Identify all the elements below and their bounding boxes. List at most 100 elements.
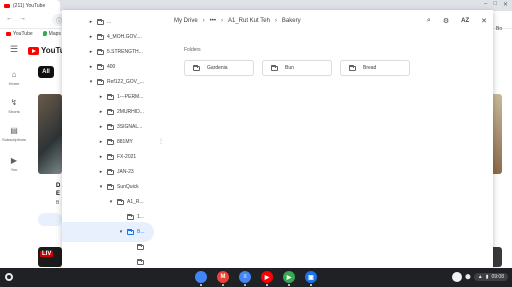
launcher-icon[interactable] [5, 273, 13, 281]
folder-card-bun[interactable]: Bun [262, 60, 332, 76]
folder-icon [107, 93, 114, 100]
folder-icon [107, 153, 114, 160]
chrome-icon[interactable] [195, 271, 207, 286]
tree-item-label: SunQuick [117, 184, 139, 190]
tree-item-label: A1_R... [127, 199, 144, 205]
folder-icon [107, 168, 114, 175]
folder-tree: ▸... ▸ 4_MOH.GOV.... ▸ 5.STRENGTH... ▸ 400 ▾ Ref… [62, 10, 166, 268]
youtube-icon[interactable]: ▶ [261, 271, 273, 286]
folder-icon [107, 183, 114, 190]
folder-icon [117, 198, 124, 205]
chevron-right-icon[interactable]: ▸ [98, 169, 104, 175]
folder-card-gardenia[interactable]: Gardenia [184, 60, 254, 76]
chevron-right-icon[interactable]: ▸ [88, 49, 94, 55]
folder-name: Gardenia [207, 65, 228, 71]
tab-title: (211) YouTube [13, 2, 46, 9]
sidebar-item-you[interactable]: ▶ You [2, 156, 26, 172]
video-title[interactable]: D E [56, 182, 60, 198]
folder-icon [97, 63, 104, 70]
video-thumbnail[interactable] [38, 94, 62, 174]
video-meta: B [56, 200, 60, 206]
tree-item[interactable] [62, 252, 147, 268]
chromeos-shelf: M ≡ ▶ ▶ ▣ ⬤ ▲ ▮ 09:08 [0, 268, 512, 287]
folder-card-bread[interactable]: Bread [340, 60, 410, 76]
close-window-button[interactable]: ✕ [503, 1, 508, 8]
chevron-down-icon[interactable]: ▾ [108, 199, 114, 205]
gmail-icon[interactable]: M [217, 271, 229, 286]
notification-icon[interactable]: ⬤ [465, 274, 471, 280]
minimize-button[interactable]: – [484, 1, 487, 8]
sidebar-item-label: Home [8, 81, 20, 86]
folder-icon [107, 108, 114, 115]
shorts-icon: ↯ [10, 98, 18, 107]
chevron-right-icon[interactable]: ▸ [98, 109, 104, 115]
docs-icon[interactable]: ≡ [239, 271, 251, 286]
files-icon[interactable]: ▣ [305, 271, 317, 286]
avatar[interactable] [452, 272, 463, 282]
tab-youtube[interactable]: (211) YouTube [0, 0, 60, 11]
chevron-right-icon[interactable]: ▸ [98, 139, 104, 145]
breadcrumb-overflow[interactable]: ••• [210, 18, 216, 24]
folder-icon [349, 64, 356, 71]
tree-item-label: 1... [137, 214, 144, 220]
tree-item-label: 1---PERM... [117, 94, 144, 100]
drag-handle-icon[interactable]: ⋮ [158, 138, 164, 145]
search-icon[interactable]: ⌕ [427, 17, 431, 25]
channel-avatar[interactable] [38, 184, 50, 189]
chevron-down-icon[interactable]: ▾ [98, 184, 104, 190]
sidebar-item-label: You [10, 167, 18, 172]
running-indicator [288, 284, 290, 286]
chevron-right-icon[interactable]: ▸ [98, 154, 104, 160]
play-store-icon[interactable]: ▶ [283, 271, 295, 286]
tree-item-label: JAN-23 [117, 169, 134, 175]
bookmark-maps[interactable]: Maps [42, 31, 61, 37]
chevron-right-icon[interactable]: ▸ [88, 64, 94, 70]
sidebar-item-home[interactable]: ⌂ Home [2, 70, 26, 86]
sidebar-item-shorts[interactable]: ↯ Shorts [2, 98, 26, 114]
close-icon[interactable]: ✕ [481, 17, 487, 25]
status-area[interactable]: ⬤ ▲ ▮ 09:08 [452, 272, 508, 282]
folder-icon [127, 213, 134, 220]
folder-icon [193, 64, 200, 71]
live-thumbnail[interactable] [38, 247, 62, 267]
chevron-right-icon[interactable]: ▸ [88, 34, 94, 40]
action-pill[interactable] [38, 213, 62, 226]
chevron-right-icon[interactable]: ▸ [88, 19, 94, 25]
sidebar-item-label: Subscriptions [2, 137, 27, 142]
folder-icon [137, 258, 144, 265]
sort-button[interactable]: AZ [461, 18, 469, 24]
tree-item-label: 2MURHID... [117, 109, 144, 115]
bookmark-youtube[interactable]: YouTube [6, 31, 33, 37]
settings-icon[interactable]: ⚙ [443, 17, 449, 25]
chevron-down-icon[interactable]: ▾ [88, 79, 94, 85]
drive-folder-picker: ▸... ▸ 4_MOH.GOV.... ▸ 5.STRENGTH... ▸ 400 ▾ Ref… [62, 10, 493, 268]
chevron-right-icon[interactable]: ▸ [98, 94, 104, 100]
back-arrow-icon[interactable]: ← [6, 15, 13, 22]
youtube-favicon-icon [4, 3, 10, 8]
breadcrumb-my-drive[interactable]: My Drive [174, 18, 198, 24]
bookmark-overflow-text: Bo [496, 26, 503, 32]
sidebar-item-subscriptions[interactable]: ▤ Subscriptions [2, 126, 26, 142]
picker-toolbar: ⌕ ⚙ AZ ✕ [427, 17, 487, 25]
forward-arrow-icon[interactable]: → [19, 15, 26, 22]
maps-pin-icon [42, 31, 47, 36]
clock: 09:08 [491, 274, 504, 280]
battery-icon: ▮ [485, 274, 489, 280]
navigation-buttons: ← → [6, 15, 26, 22]
breadcrumb-a1-rut-kut-teh[interactable]: A1_Rut Kut Teh [228, 18, 270, 24]
system-tray[interactable]: ▲ ▮ 09:08 [473, 273, 508, 281]
running-indicator [222, 284, 224, 286]
chevron-right-icon[interactable]: ▸ [98, 124, 104, 130]
chevron-down-icon[interactable]: ▾ [118, 229, 124, 235]
pinned-apps: M ≡ ▶ ▶ ▣ [195, 271, 317, 286]
tree-item-label: 881MY [117, 139, 133, 145]
hamburger-menu-icon[interactable]: ☰ [10, 44, 18, 55]
folders-section-label: Folders [184, 47, 201, 53]
sidebar-item-label: Shorts [8, 109, 20, 114]
wifi-icon: ▲ [477, 274, 483, 280]
folder-icon [107, 138, 114, 145]
maximize-button[interactable]: □ [493, 1, 497, 8]
chip-all[interactable]: All [38, 66, 54, 78]
you-icon: ▶ [10, 156, 18, 165]
breadcrumb-bakery: Bakery [281, 18, 301, 24]
